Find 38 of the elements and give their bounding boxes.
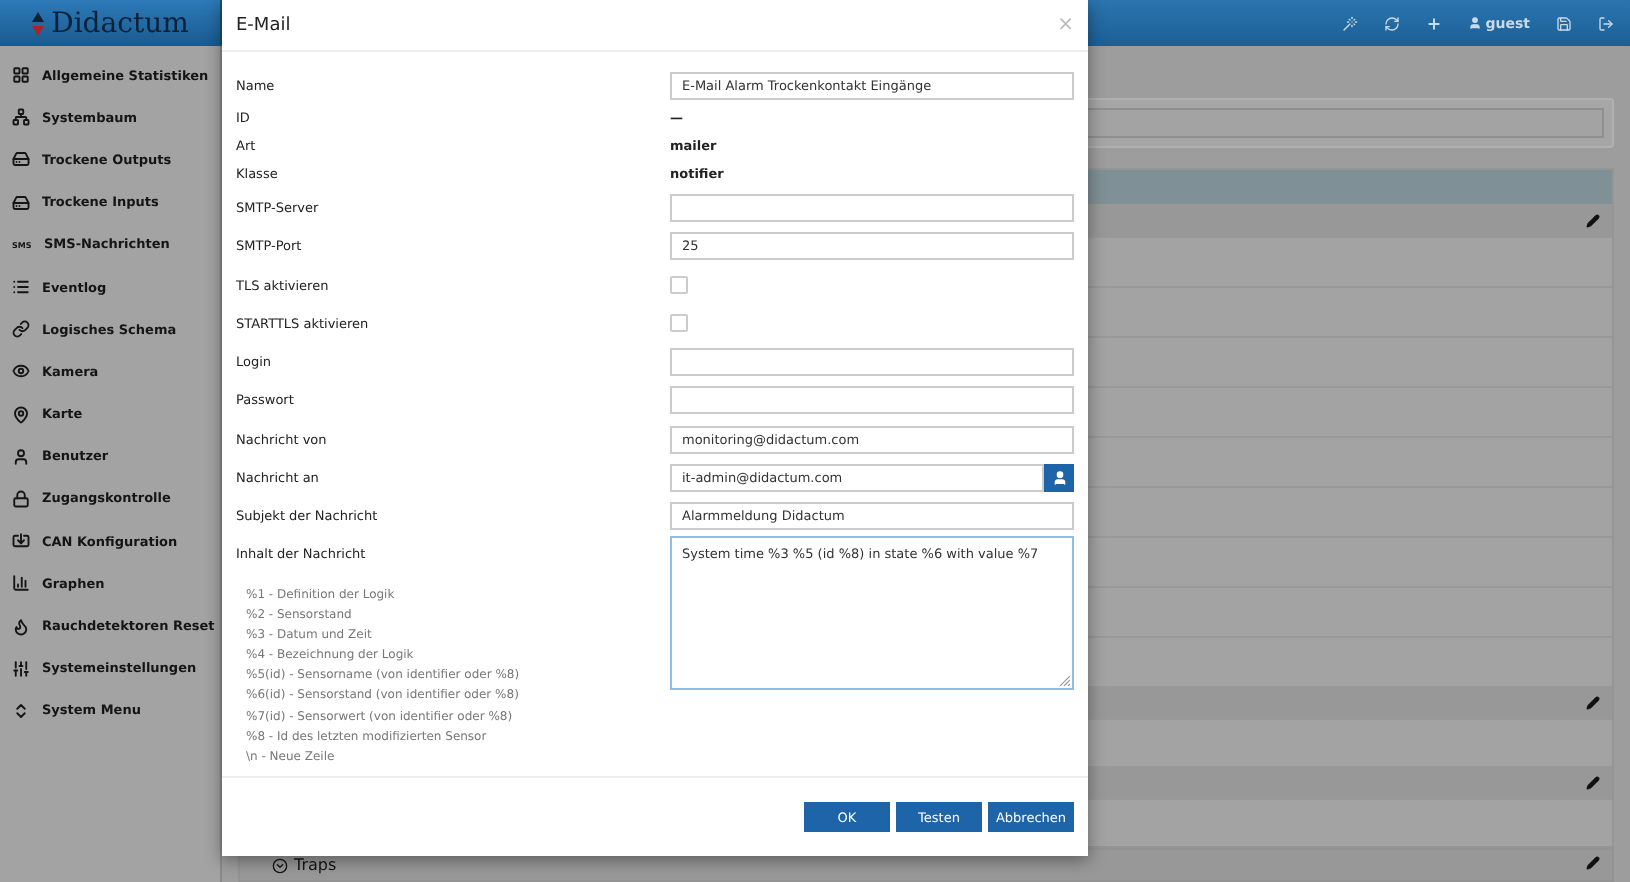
- logo-icon: [31, 11, 44, 35]
- flame-icon: [12, 617, 30, 636]
- tree-icon: [12, 108, 30, 127]
- wand-icon[interactable]: [1341, 15, 1358, 31]
- user-icon: [1051, 470, 1067, 487]
- dialog-title: E-Mail: [236, 15, 291, 35]
- edit-icon[interactable]: [1586, 856, 1600, 871]
- drive-icon: [12, 193, 30, 212]
- logo-text: Didactum: [51, 7, 189, 39]
- sliders-icon: [12, 659, 30, 678]
- resize-grip-icon: [1060, 675, 1070, 686]
- edit-icon[interactable]: [1586, 696, 1600, 711]
- refresh-icon[interactable]: [1383, 15, 1400, 31]
- up-down-icon: [12, 701, 30, 720]
- add-icon[interactable]: [1425, 15, 1442, 31]
- checkbox[interactable]: [670, 314, 688, 333]
- text-field[interactable]: [670, 348, 1074, 377]
- chevron-icon: [272, 857, 288, 874]
- bar-chart-icon: [12, 574, 30, 593]
- checkbox[interactable]: [670, 276, 688, 295]
- map-pin-icon: [12, 405, 30, 424]
- list-icon: [12, 278, 30, 297]
- text-field[interactable]: [670, 193, 1074, 222]
- drive-icon: [12, 150, 30, 169]
- logout-icon[interactable]: [1598, 15, 1614, 31]
- edit-icon[interactable]: [1586, 776, 1600, 791]
- text-field[interactable]: [670, 386, 1074, 415]
- link-icon: [12, 320, 30, 339]
- lock-icon: [12, 489, 30, 508]
- edit-icon[interactable]: [1586, 214, 1600, 229]
- eye-icon: [12, 362, 30, 381]
- user-icon: [1467, 16, 1482, 30]
- grid-icon: [12, 66, 30, 85]
- user-icon: [12, 447, 30, 466]
- section-title: Traps: [294, 856, 337, 875]
- import-icon: [12, 532, 30, 551]
- save-icon[interactable]: [1556, 15, 1572, 31]
- contact-button[interactable]: [1044, 464, 1074, 493]
